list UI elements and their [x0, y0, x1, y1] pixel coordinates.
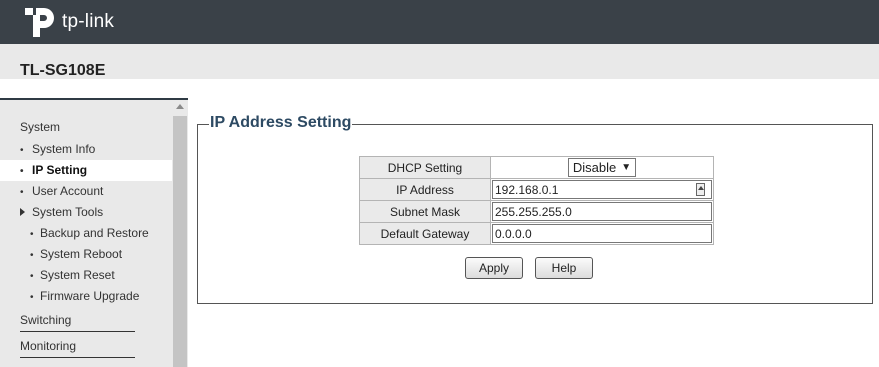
sidebar-item-backup-and-restore[interactable]: • Backup and Restore	[30, 226, 149, 240]
section-divider	[20, 331, 135, 332]
device-model: TL-SG108E	[20, 62, 106, 79]
dhcp-selected-value: Disable	[572, 160, 617, 175]
sidebar-item-firmware-upgrade[interactable]: • Firmware Upgrade	[30, 289, 139, 303]
bullet-icon: •	[30, 250, 34, 261]
ip-address-cell: 192.168.0.1	[490, 178, 714, 201]
table-row: IP Address 192.168.0.1	[359, 178, 714, 201]
scrollbar-thumb[interactable]	[173, 116, 187, 367]
bullet-icon: •	[20, 145, 24, 156]
sidebar-section-monitoring[interactable]: Monitoring	[20, 339, 76, 353]
bullet-icon: •	[20, 187, 24, 198]
sidebar-item-label: User Account	[32, 184, 104, 198]
dhcp-setting-label: DHCP Setting	[359, 156, 491, 179]
sidebar-item-label: Backup and Restore	[40, 226, 149, 240]
sidebar-item-system-reboot[interactable]: • System Reboot	[30, 247, 122, 261]
expand-arrow-icon	[20, 207, 25, 216]
dhcp-setting-select[interactable]: Disable ▼	[568, 158, 636, 177]
logo-text: tp-link	[62, 11, 115, 32]
bullet-icon: •	[20, 166, 24, 177]
sidebar-item-system-info[interactable]: • System Info	[20, 142, 95, 156]
section-divider	[20, 357, 135, 358]
table-row: Default Gateway 0.0.0.0	[359, 222, 714, 245]
tp-link-logo[interactable]: tp-link	[22, 5, 114, 39]
scroll-up-arrow-icon[interactable]	[176, 104, 184, 109]
sidebar-item-user-account[interactable]: • User Account	[20, 184, 103, 198]
apply-button[interactable]: Apply	[465, 257, 523, 279]
default-gateway-cell: 0.0.0.0	[490, 222, 714, 245]
top-header-bar	[0, 0, 879, 44]
subnet-mask-cell: 255.255.255.0	[490, 200, 714, 223]
sidebar-item-label: System Info	[32, 142, 96, 156]
bullet-icon: •	[30, 271, 34, 282]
subnet-mask-label: Subnet Mask	[359, 200, 491, 223]
dropdown-caret-icon: ▼	[621, 162, 632, 173]
sidebar-item-label: Firmware Upgrade	[40, 289, 140, 303]
sidebar-item-label: System Tools	[32, 205, 104, 219]
sidebar-item-label: IP Setting	[32, 163, 88, 177]
sidebar-section-switching[interactable]: Switching	[20, 313, 71, 327]
default-gateway-value: 0.0.0.0	[495, 226, 532, 241]
tp-link-logo-icon	[25, 8, 54, 37]
table-row: Subnet Mask 255.255.255.0	[359, 200, 714, 223]
default-gateway-field[interactable]: 0.0.0.0	[492, 224, 712, 243]
sidebar-item-label: System Reset	[40, 268, 115, 282]
bullet-icon: •	[30, 292, 34, 303]
default-gateway-label: Default Gateway	[359, 222, 491, 245]
panel-title: IP Address Setting	[209, 114, 353, 132]
ip-address-label: IP Address	[359, 178, 491, 201]
sidebar-item-label: System Reboot	[40, 247, 123, 261]
sidebar-item-system-tools[interactable]: System Tools	[20, 205, 103, 219]
bullet-icon: •	[30, 229, 34, 240]
ip-settings-table: DHCP Setting Disable ▼ IP Address 192.168…	[359, 156, 714, 245]
dhcp-setting-cell: Disable ▼	[490, 156, 714, 179]
ip-address-value: 192.168.0.1	[495, 182, 559, 197]
sidebar-section-system[interactable]: System	[20, 120, 60, 134]
table-row: DHCP Setting Disable ▼	[359, 156, 714, 179]
subnet-mask-value: 255.255.255.0	[495, 204, 572, 219]
sidebar-item-ip-setting[interactable]: • IP Setting	[20, 163, 87, 177]
help-button[interactable]: Help	[535, 257, 593, 279]
ip-address-field[interactable]: 192.168.0.1	[492, 180, 712, 199]
sidebar-item-system-reset[interactable]: • System Reset	[30, 268, 115, 282]
subnet-mask-field[interactable]: 255.255.255.0	[492, 202, 712, 221]
autofill-key-icon[interactable]	[696, 183, 705, 196]
model-banner	[0, 44, 879, 79]
